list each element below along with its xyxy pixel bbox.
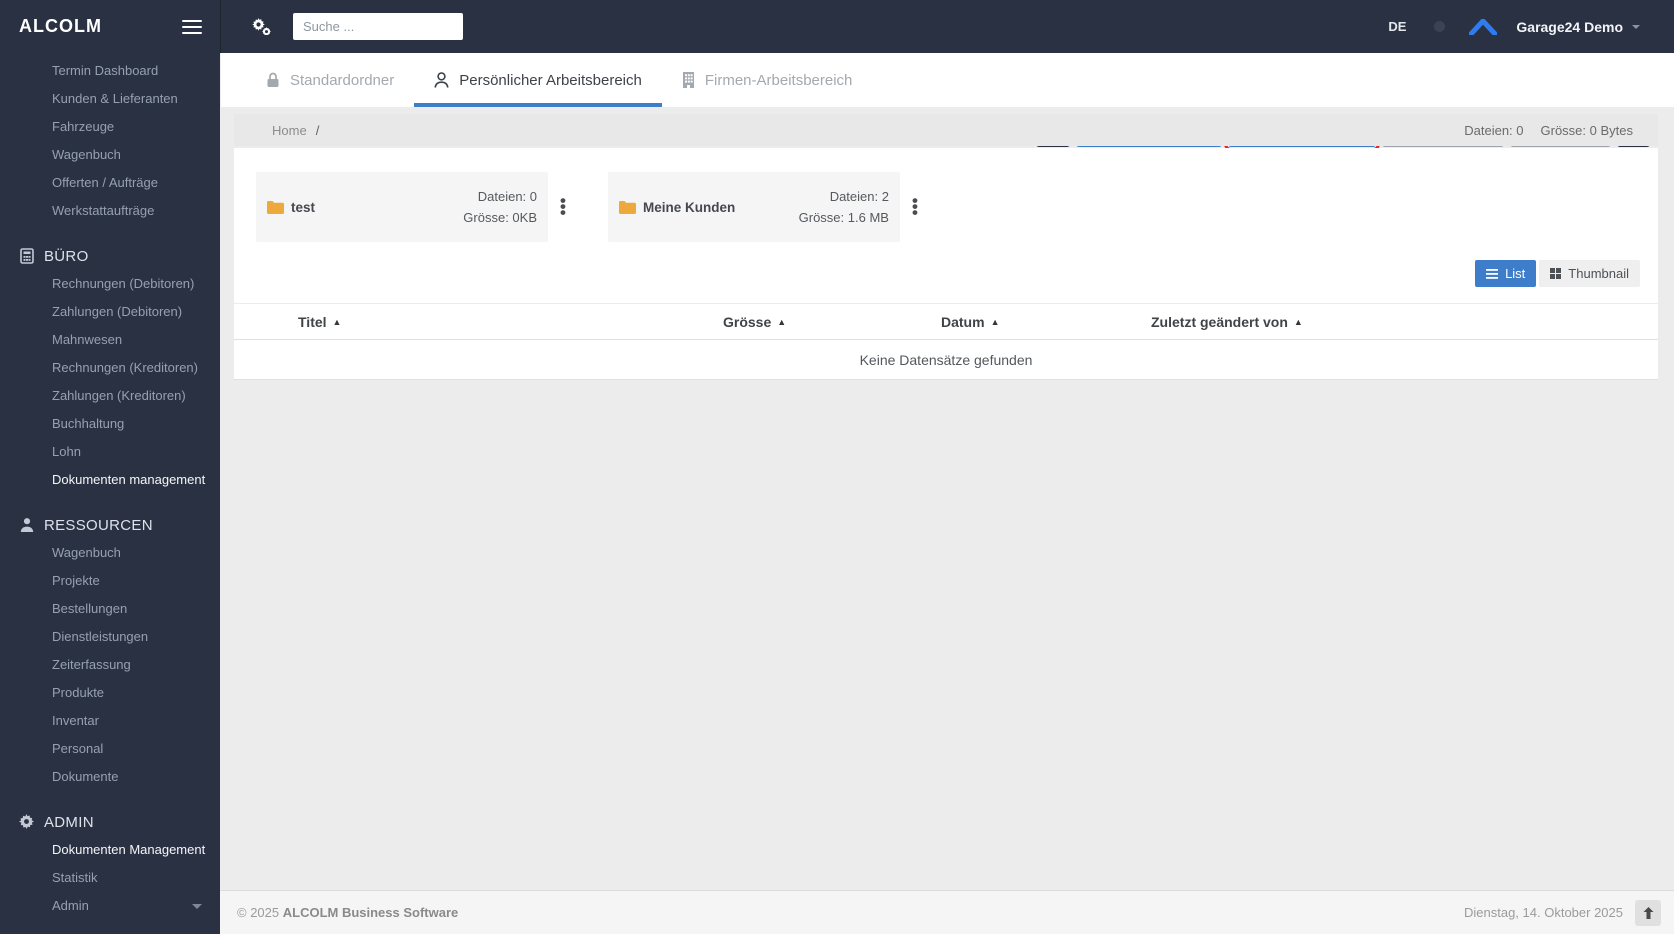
- tab-bar: Standardordner Persönlicher Arbeitsberei…: [221, 53, 1674, 107]
- sidebar-nav: Termin Dashboard Kunden & Lieferanten Fa…: [0, 53, 220, 920]
- size-total: Grösse: 0 Bytes: [1541, 123, 1633, 138]
- sidebar-section-ressourcen[interactable]: RESSOURCEN: [0, 511, 220, 539]
- brand-mark-icon: [1469, 19, 1497, 35]
- folder-name: test: [291, 200, 315, 215]
- account-dropdown[interactable]: Garage24 Demo: [1516, 19, 1640, 35]
- person-icon: [434, 72, 449, 88]
- kebab-menu-icon[interactable]: •••: [560, 198, 566, 216]
- view-toggle: List Thumbnail: [234, 260, 1658, 287]
- sidebar-section-label: RESSOURCEN: [44, 517, 153, 534]
- sidebar-item-mahnwesen[interactable]: Mahnwesen: [0, 326, 220, 354]
- grid-icon: [1550, 268, 1561, 279]
- sidebar-item-wagenbuch-2[interactable]: Wagenbuch: [0, 539, 220, 567]
- up-arrow-icon: [1643, 907, 1654, 919]
- lock-icon: [266, 72, 280, 88]
- footer-date: Dienstag, 14. Oktober 2025: [1464, 905, 1623, 920]
- caret-down-icon: [1632, 25, 1640, 29]
- column-header-titel[interactable]: Titel▲: [234, 314, 723, 330]
- sidebar-section-admin[interactable]: ADMIN: [0, 808, 220, 836]
- table-header-row: Titel▲ Grösse▲ Datum▲ Zuletzt geändert v…: [234, 303, 1658, 340]
- sidebar-item-fahrzeuge[interactable]: Fahrzeuge: [0, 113, 220, 141]
- cogs-icon[interactable]: [252, 18, 271, 35]
- list-view-button[interactable]: List: [1475, 260, 1536, 287]
- sidebar-item-statistik[interactable]: Statistik: [0, 864, 220, 892]
- content-panel: test Dateien: 0 Grösse: 0KB ••• Meine Ku…: [234, 148, 1658, 380]
- sidebar-item-produkte[interactable]: Produkte: [0, 679, 220, 707]
- column-header-groesse[interactable]: Grösse▲: [723, 314, 941, 330]
- sidebar-item-lohn[interactable]: Lohn: [0, 438, 220, 466]
- sidebar-section-label: BÜRO: [44, 248, 89, 265]
- sort-asc-icon: ▲: [991, 317, 1000, 327]
- folder-files-count: Dateien: 2: [799, 186, 889, 207]
- tab-standardordner[interactable]: Standardordner: [246, 53, 414, 107]
- building-icon: [682, 72, 695, 88]
- sidebar-item-zeiterfassung[interactable]: Zeiterfassung: [0, 651, 220, 679]
- footer: © 2025 ALCOLM Business Software Dienstag…: [220, 890, 1674, 934]
- scroll-to-top-button[interactable]: [1635, 900, 1661, 926]
- kebab-menu-icon[interactable]: •••: [912, 198, 918, 216]
- sidebar-item-dokumenten-management[interactable]: Dokumenten management: [0, 466, 220, 494]
- caret-down-icon: [192, 904, 202, 909]
- copyright-text: © 2025 ALCOLM Business Software: [237, 905, 458, 920]
- sidebar-section-buero[interactable]: BÜRO: [0, 242, 220, 270]
- sidebar-item-bestellungen[interactable]: Bestellungen: [0, 595, 220, 623]
- folder-files-count: Dateien: 0: [463, 186, 537, 207]
- hamburger-icon[interactable]: [182, 16, 202, 38]
- column-header-zuletzt-geaendert[interactable]: Zuletzt geändert von▲: [1151, 314, 1303, 330]
- column-header-datum[interactable]: Datum▲: [941, 314, 1151, 330]
- folder-icon: [619, 201, 636, 214]
- sort-asc-icon: ▲: [777, 317, 786, 327]
- topbar: DE Garage24 Demo: [220, 0, 1674, 53]
- sidebar-item-wagenbuch[interactable]: Wagenbuch: [0, 141, 220, 169]
- gear-icon: [19, 814, 35, 830]
- breadcrumb-separator: /: [316, 123, 320, 138]
- sidebar-item-buchhaltung[interactable]: Buchhaltung: [0, 410, 220, 438]
- sidebar-item-projekte[interactable]: Projekte: [0, 567, 220, 595]
- sidebar-item-dokumente[interactable]: Dokumente: [0, 763, 220, 791]
- app-logo: ALCOLM: [19, 16, 102, 37]
- sidebar-item-offerten-auftraege[interactable]: Offerten / Aufträge: [0, 169, 220, 197]
- folder-card-test[interactable]: test Dateien: 0 Grösse: 0KB: [256, 172, 548, 242]
- sort-asc-icon: ▲: [333, 317, 342, 327]
- tab-persoenlicher-arbeitsbereich[interactable]: Persönlicher Arbeitsbereich: [414, 53, 662, 107]
- calculator-icon: [19, 248, 35, 264]
- sidebar-item-admin[interactable]: Admin: [0, 892, 220, 920]
- sidebar-item-rechnungen-debitoren[interactable]: Rechnungen (Debitoren): [0, 270, 220, 298]
- files-total: Dateien: 0: [1464, 123, 1523, 138]
- sidebar-item-inventar[interactable]: Inventar: [0, 707, 220, 735]
- breadcrumb-home[interactable]: Home: [272, 123, 307, 138]
- sidebar-item-werkstattauftraege[interactable]: Werkstattaufträge: [0, 197, 220, 225]
- sidebar-item-admin-dokumenten-management[interactable]: Dokumenten Management: [0, 836, 220, 864]
- list-icon: [1486, 269, 1498, 279]
- user-icon: [19, 517, 35, 533]
- sidebar-item-zahlungen-kreditoren[interactable]: Zahlungen (Kreditoren): [0, 382, 220, 410]
- breadcrumb: Home / Dateien: 0 Grösse: 0 Bytes: [234, 114, 1658, 146]
- folder-icon: [267, 201, 284, 214]
- search-input[interactable]: [293, 13, 463, 40]
- sidebar-section-label: ADMIN: [44, 814, 94, 831]
- sidebar-item-dienstleistungen[interactable]: Dienstleistungen: [0, 623, 220, 651]
- folder-name: Meine Kunden: [643, 200, 735, 215]
- sidebar-item-rechnungen-kreditoren[interactable]: Rechnungen (Kreditoren): [0, 354, 220, 382]
- language-selector[interactable]: DE: [1388, 19, 1406, 34]
- folder-card-meine-kunden[interactable]: Meine Kunden Dateien: 2 Grösse: 1.6 MB: [608, 172, 900, 242]
- tab-firmen-arbeitsbereich[interactable]: Firmen-Arbeitsbereich: [662, 53, 873, 107]
- folder-size: Grösse: 1.6 MB: [799, 207, 889, 228]
- thumbnail-view-button[interactable]: Thumbnail: [1539, 260, 1640, 287]
- sidebar: ALCOLM Termin Dashboard Kunden & Liefera…: [0, 0, 220, 934]
- sidebar-item-zahlungen-debitoren[interactable]: Zahlungen (Debitoren): [0, 298, 220, 326]
- sort-asc-icon: ▲: [1294, 317, 1303, 327]
- empty-state-message: Keine Datensätze gefunden: [234, 340, 1658, 380]
- avatar[interactable]: [1434, 21, 1445, 32]
- sidebar-item-kunden-lieferanten[interactable]: Kunden & Lieferanten: [0, 85, 220, 113]
- sidebar-item-termin-dashboard[interactable]: Termin Dashboard: [0, 57, 220, 85]
- sidebar-item-personal[interactable]: Personal: [0, 735, 220, 763]
- folder-size: Grösse: 0KB: [463, 207, 537, 228]
